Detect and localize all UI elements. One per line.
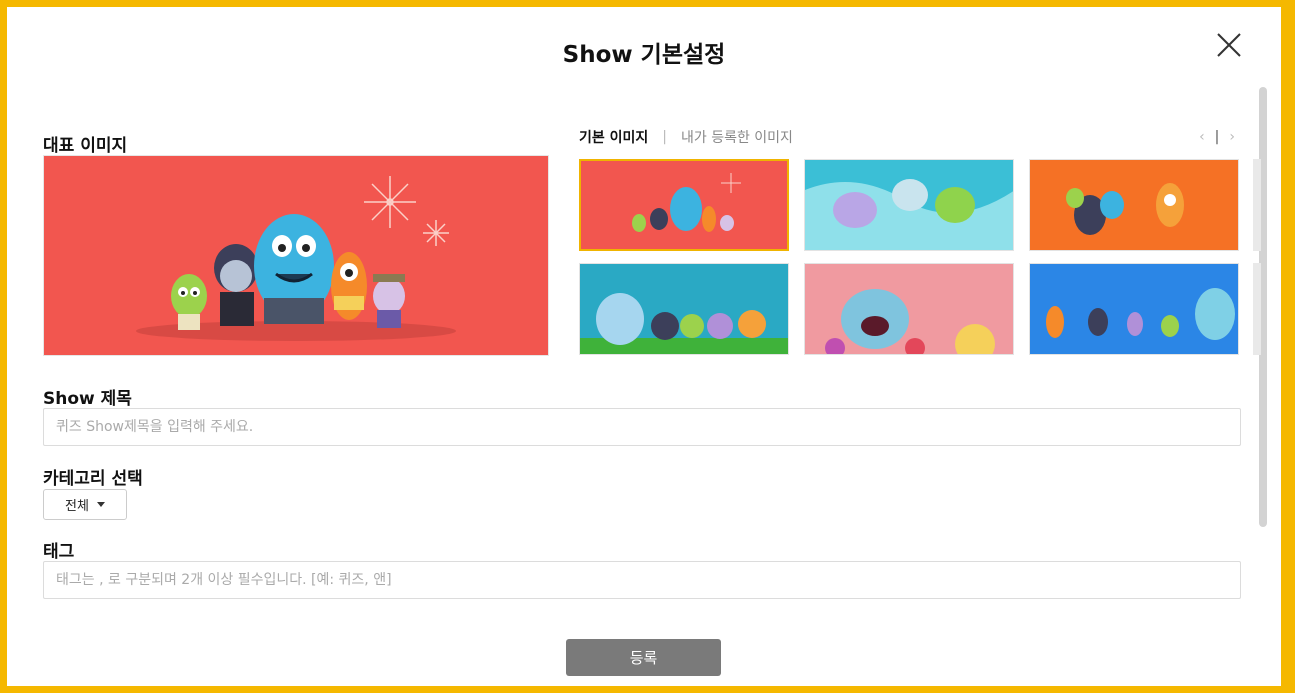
thumbnail-image[interactable] — [804, 263, 1014, 355]
representative-image-label: 대표 이미지 — [43, 136, 128, 156]
next-page-icon[interactable]: › — [1229, 129, 1235, 145]
prev-page-icon[interactable]: ‹ — [1199, 129, 1205, 145]
thumbnail-overflow — [1253, 159, 1261, 251]
close-icon[interactable] — [1215, 31, 1243, 59]
show-settings-modal: Show 기본설정 대표 이미지 기본 이미지 | 내가 등록한 이미지 ‹ |… — [7, 7, 1281, 686]
image-source-tabs: 기본 이미지 | 내가 등록한 이미지 — [579, 127, 793, 147]
category-dropdown[interactable]: 전체 — [43, 489, 127, 520]
tags-input[interactable] — [43, 561, 1241, 599]
show-title-input[interactable] — [43, 408, 1241, 446]
thumbnail-image[interactable] — [804, 159, 1014, 251]
tab-my-images[interactable]: 내가 등록한 이미지 — [681, 127, 793, 147]
tab-default-images[interactable]: 기본 이미지 — [579, 127, 648, 147]
thumbnail-image[interactable] — [579, 159, 789, 251]
tags-label: 태그 — [43, 542, 75, 562]
representative-image — [43, 155, 549, 356]
tab-separator: | — [662, 129, 667, 145]
pager-separator: | — [1214, 129, 1220, 145]
caret-down-icon — [96, 502, 105, 507]
thumbnail-image[interactable] — [1029, 263, 1239, 355]
thumbnail-image[interactable] — [579, 263, 789, 355]
thumbnail-overflow — [1253, 263, 1261, 355]
category-selected-value: 전체 — [65, 499, 89, 514]
show-title-label: Show 제목 — [43, 389, 132, 409]
category-label: 카테고리 선택 — [43, 469, 143, 489]
submit-button[interactable]: 등록 — [566, 639, 721, 676]
thumbnail-pager: ‹ | › — [1199, 129, 1235, 145]
modal-title: Show 기본설정 — [562, 42, 726, 68]
thumbnail-image[interactable] — [1029, 159, 1239, 251]
